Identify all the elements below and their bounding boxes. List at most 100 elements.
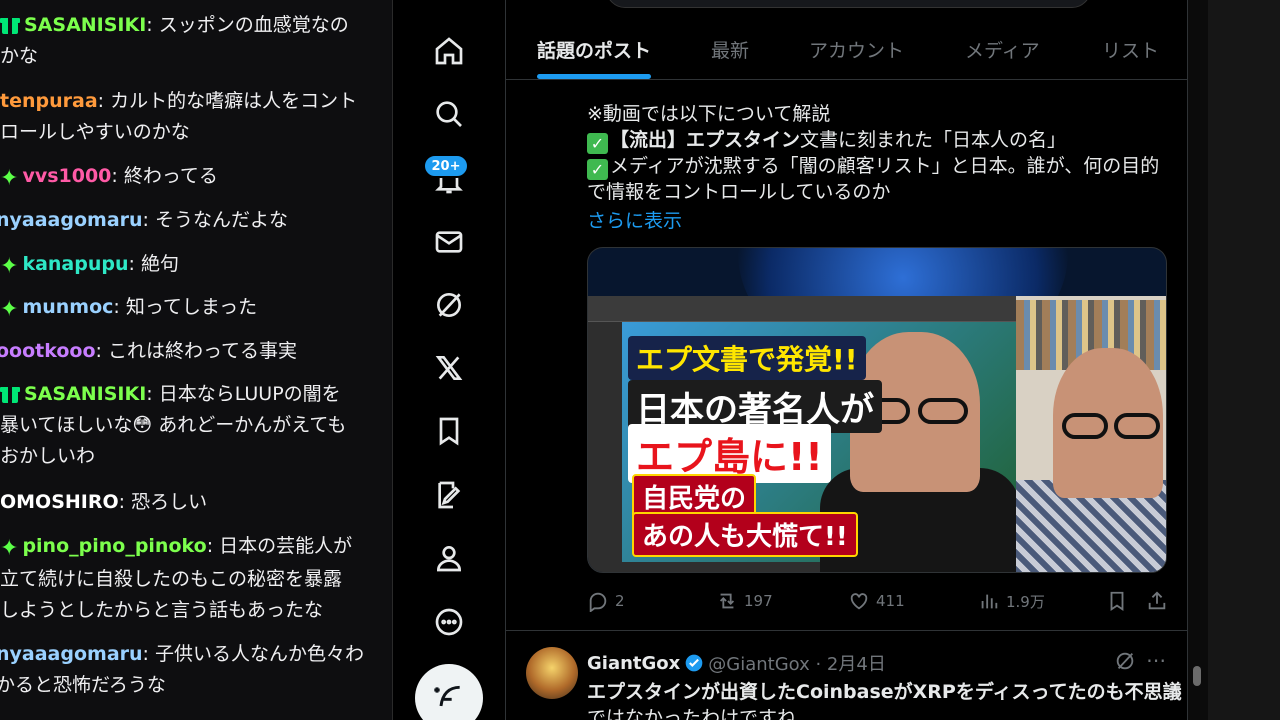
chat-text-cont: かると恐怖だろうな <box>0 674 166 696</box>
tab-accounts[interactable]: アカウント <box>809 36 904 63</box>
post-text-line: エプスタインが出資したCoinbaseがXRPをディスってたのも不思議 <box>587 677 1182 704</box>
tab-bar: 話題のポスト 最新 アカウント メディア リスト <box>506 12 1187 80</box>
check-mark-icon: ✓ <box>587 159 608 180</box>
chat-text-cont2: おかしいわ <box>0 445 96 467</box>
chat-username[interactable]: nyaaagomaru <box>0 643 143 665</box>
tab-media[interactable]: メディア <box>965 36 1040 63</box>
avatar[interactable] <box>526 647 578 699</box>
thumbnail-caption: エプ文書で発覚!! <box>628 336 866 380</box>
share-button[interactable] <box>1146 590 1174 612</box>
post-author-name[interactable]: GiantGox <box>587 653 680 674</box>
gift-badge-icon <box>0 14 20 34</box>
home-icon[interactable] <box>429 31 469 71</box>
post-text-line: ※動画では以下について解説 <box>587 103 831 125</box>
post-author-handle[interactable]: @GiantGox · 2月4日 <box>708 650 886 676</box>
compose-post-button[interactable] <box>415 664 483 720</box>
chat-text: 知ってしまった <box>125 296 258 318</box>
heart-icon <box>850 593 868 610</box>
chat-message: ✦ pino_pino_pinoko: 日本の芸能人が 立て続けに自殺したのもこの秘… <box>0 535 353 621</box>
tab-latest[interactable]: 最新 <box>711 36 749 63</box>
side-nav: 20+ <box>393 0 505 720</box>
bookmark-icon <box>1110 591 1124 611</box>
chat-text-cont: 暴いてほしいな😳 あれどーかんがえても <box>0 414 347 436</box>
active-tab-indicator <box>537 74 651 79</box>
grok-icon[interactable] <box>429 285 469 325</box>
post-text-line: ではなかったわけですね <box>587 707 797 720</box>
post-text-line: で情報をコントロールしているのか <box>587 181 891 203</box>
post-header: GiantGox @GiantGox · 2月4日 <box>587 650 886 676</box>
check-mark-icon: ✓ <box>587 133 608 154</box>
chat-message: ✦ kanapupu: 絶句 <box>0 249 392 282</box>
premium-icon[interactable] <box>429 475 469 515</box>
glasses-graphic <box>1062 413 1108 439</box>
chat-username[interactable]: munmoc <box>22 296 113 318</box>
chat-text: スッポンの血感覚なの <box>158 14 349 36</box>
sparkle-badge-icon: ✦ <box>0 166 19 191</box>
profile-icon[interactable] <box>429 538 469 578</box>
mail-icon[interactable] <box>429 222 469 262</box>
chat-username[interactable]: OMOSHIRO <box>0 491 119 513</box>
post-text: エプスタインが出資したCoinbaseがXRPをディスってたのも不思議 <box>587 681 1182 703</box>
tab-lists[interactable]: リスト <box>1102 36 1159 63</box>
chat-username[interactable]: oootkooo <box>0 340 96 362</box>
chat-text: 恐ろしい <box>131 491 208 513</box>
chat-message: tenpuraa: カルト的な嗜癖は人をコント ロールしやすいのかな <box>0 90 358 143</box>
post-text-line: ✓ メディアが沈黙する「闇の顧客リスト」と日本。誰が、何の目的 <box>587 153 1159 180</box>
repost-icon <box>719 593 735 609</box>
right-margin <box>1208 0 1280 720</box>
chat-message: nyaaagomaru: 子供いる人なんか色々わ かると恐怖だろうな <box>0 639 388 701</box>
reply-button[interactable]: 2 <box>587 590 625 612</box>
chat-message: oootkooo: これは終わってる事実 <box>0 336 388 367</box>
grok-icon[interactable] <box>1114 650 1136 672</box>
like-button[interactable]: 411 <box>848 590 905 612</box>
sparkle-badge-icon: ✦ <box>0 536 19 561</box>
post-text-bold: 【流出】エプスタイン <box>610 129 801 151</box>
post-more-icon[interactable]: ⋯ <box>1146 648 1166 672</box>
scrollbar-thumb[interactable] <box>1193 666 1201 686</box>
thumbnail-caption: あの人も大慌て!! <box>632 512 858 557</box>
chat-username[interactable]: SASANISIKI <box>24 383 146 405</box>
repost-button[interactable]: 197 <box>716 590 773 612</box>
glasses-graphic <box>1114 413 1160 439</box>
post-video-thumbnail[interactable]: エプ文書で発覚!! 日本の著名人が エプ島に!! 自民党の あの人も大慌て!! <box>587 247 1167 573</box>
gift-badge-icon <box>0 383 20 403</box>
chat-text: そうなんだよな <box>155 209 289 231</box>
chat-username[interactable]: tenpuraa <box>0 90 98 112</box>
chat-username[interactable]: nyaaagomaru <box>0 209 143 231</box>
chat-message: nyaaagomaru: そうなんだよな <box>0 205 388 236</box>
chat-message: SASANISIKI: 日本ならLUUPの闇を 暴いてほしいな😳 あれどーかんがえ… <box>0 383 347 467</box>
chat-text: カルト的な嗜癖は人をコント <box>110 90 358 112</box>
chat-username[interactable]: pino_pino_pinoko <box>22 535 206 557</box>
notification-count-badge: 20+ <box>423 154 469 178</box>
sparkle-badge-icon: ✦ <box>0 297 19 322</box>
show-more-link[interactable]: さらに表示 <box>587 206 682 233</box>
search-bar[interactable] <box>606 0 1091 8</box>
tab-top-posts[interactable]: 話題のポスト <box>537 36 651 63</box>
chat-text-cont: ロールしやすいのかな <box>0 121 190 143</box>
chat-text: 日本ならLUUPの闇を <box>158 383 341 405</box>
x-logo-icon[interactable] <box>429 348 469 388</box>
post-text: メディアが沈黙する「闇の顧客リスト」と日本。誰が、何の目的 <box>610 155 1160 177</box>
search-icon[interactable] <box>429 94 469 134</box>
scrollbar-track[interactable] <box>1188 0 1208 720</box>
bookmark-button[interactable] <box>1106 590 1134 612</box>
chat-text-cont: かな <box>0 45 39 67</box>
sparkle-badge-icon: ✦ <box>0 254 19 279</box>
chat-username[interactable]: kanapupu <box>22 253 128 275</box>
bookmark-icon[interactable] <box>429 411 469 451</box>
chat-username[interactable]: vvs1000 <box>22 165 111 187</box>
glasses-graphic <box>918 398 968 424</box>
chat-text: これは終わってる事実 <box>107 340 298 362</box>
view-count: 1.9万 <box>1006 592 1045 611</box>
reply-count: 2 <box>615 592 625 610</box>
chat-message: ✦ vvs1000: 終わってる <box>0 161 392 194</box>
like-count: 411 <box>876 592 905 610</box>
timeline: 話題のポスト 最新 アカウント メディア リスト ※動画では以下について解説 ✓… <box>505 0 1188 720</box>
share-icon <box>1148 591 1166 610</box>
chat-message: ✦ munmoc: 知ってしまった <box>0 292 392 325</box>
chat-text: 日本の芸能人が <box>219 535 353 557</box>
chat-username[interactable]: SASANISIKI <box>24 14 146 36</box>
more-icon[interactable] <box>429 602 469 642</box>
views-button[interactable]: 1.9万 <box>978 590 1045 612</box>
post-text-rest: 文書に刻まれた「日本人の名」 <box>800 129 1067 151</box>
